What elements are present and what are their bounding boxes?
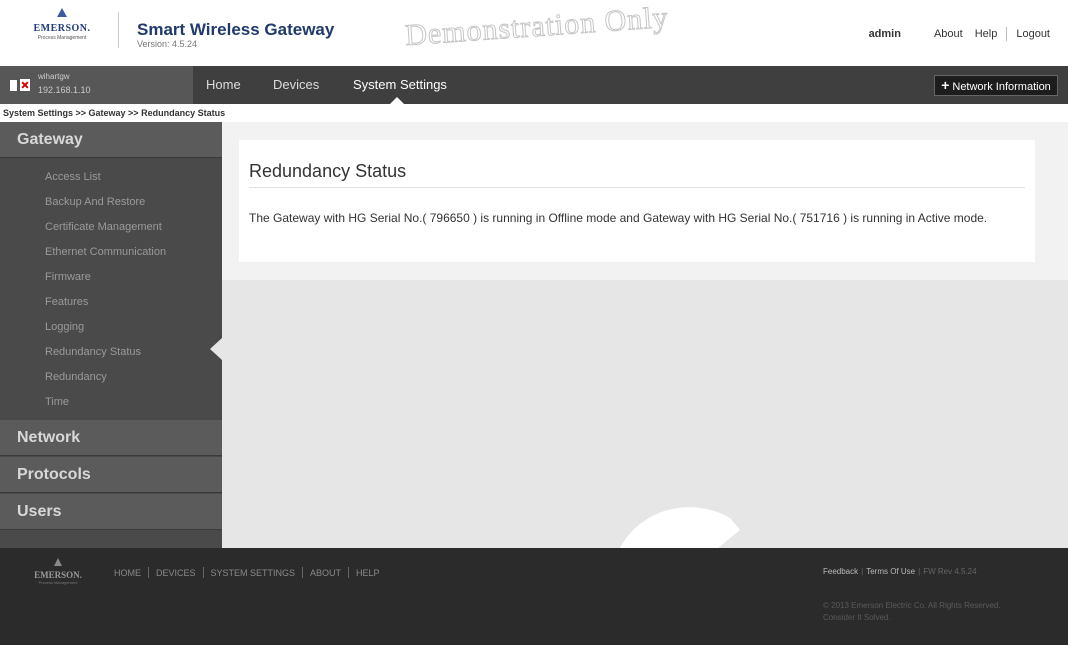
app-version: Version: 4.5.24 — [137, 39, 198, 49]
logout-link[interactable]: Logout — [1016, 28, 1050, 40]
selected-item-caret — [210, 338, 222, 360]
tagline-text: Consider It Solved. — [823, 613, 891, 622]
sidebar-item-time[interactable]: Time — [45, 396, 69, 408]
sidebar-section-gateway[interactable]: Gateway — [0, 122, 222, 158]
help-link[interactable]: Help — [975, 28, 998, 40]
sidebar-item-redundancy-status[interactable]: Redundancy Status — [45, 346, 141, 358]
logo-divider — [118, 12, 119, 48]
footer-meta-sep: | — [861, 567, 864, 576]
footer-logo: EMERSON. Process Management — [28, 558, 88, 585]
gateway-name: wihartgw — [38, 72, 70, 81]
footer-links: HOME DEVICES SYSTEM SETTINGS ABOUT HELP — [114, 567, 380, 578]
logo-brand: EMERSON. — [33, 23, 91, 34]
footer-copyright: © 2013 Emerson Electric Co. All Rights R… — [823, 600, 1001, 624]
nav-home[interactable]: Home — [206, 66, 241, 104]
fw-revision: FW Rev 4.5.24 — [923, 567, 977, 576]
footer-meta: Feedback | Terms Of Use | FW Rev 4.5.24 — [823, 567, 977, 576]
header-divider — [1006, 27, 1008, 41]
about-link[interactable]: About — [934, 28, 963, 40]
gateway-device-icon — [10, 80, 17, 91]
app-title: Smart Wireless Gateway — [137, 20, 335, 39]
emerson-logo: EMERSON. Process Management — [22, 8, 102, 48]
sidebar-section-users[interactable]: Users — [0, 494, 222, 530]
watermark-stroke — [620, 507, 740, 548]
sidebar-section-protocols[interactable]: Protocols — [0, 457, 222, 493]
footer-brand-sub: Process Management — [38, 580, 78, 585]
footer: EMERSON. Process Management HOME DEVICES… — [0, 548, 1068, 645]
current-user: admin — [868, 28, 901, 40]
footer-link-home[interactable]: HOME — [114, 568, 141, 578]
active-nav-caret — [390, 97, 404, 104]
footer-link-system-settings[interactable]: SYSTEM SETTINGS — [211, 568, 296, 578]
footer-sep — [202, 567, 204, 578]
emerson-mark-icon — [57, 8, 67, 17]
breadcrumb: System Settings >> Gateway >> Redundancy… — [0, 104, 1068, 122]
sidebar-section-network[interactable]: Network — [0, 420, 222, 456]
footer-sep — [148, 567, 149, 578]
gateway-status[interactable]: wihartgw 192.168.1.10 — [0, 66, 193, 104]
footer-link-devices[interactable]: DEVICES — [156, 568, 196, 578]
footer-brand: EMERSON. — [34, 570, 82, 580]
footer-sep — [302, 567, 304, 578]
sidebar-item-redundancy[interactable]: Redundancy — [45, 371, 107, 383]
footer-emerson-mark-icon — [54, 558, 62, 566]
footer-link-help[interactable]: HELP — [356, 568, 380, 578]
redundancy-status-panel: Redundancy Status The Gateway with HG Se… — [239, 140, 1035, 262]
header-links: admin About Help Logout — [869, 27, 1050, 41]
footer-sep — [348, 567, 350, 578]
network-information-button[interactable]: + Network Information — [934, 75, 1058, 96]
sidebar-item-access-list[interactable]: Access List — [45, 171, 101, 183]
sidebar-item-ethernet-communication[interactable]: Ethernet Communication — [45, 246, 166, 258]
nav-devices[interactable]: Devices — [273, 66, 319, 104]
footer-meta-sep: | — [918, 567, 921, 576]
sidebar-item-certificate-management[interactable]: Certificate Management — [45, 221, 162, 233]
sidebar: Gateway Access List Backup And Restore C… — [0, 122, 222, 548]
app-header: EMERSON. Process Management Smart Wirele… — [0, 0, 1068, 66]
sidebar-item-features[interactable]: Features — [45, 296, 88, 308]
demo-watermark: Demonstration Only — [404, 0, 670, 53]
title-divider — [249, 187, 1025, 188]
feedback-link[interactable]: Feedback — [823, 567, 858, 576]
sidebar-item-firmware[interactable]: Firmware — [45, 271, 91, 283]
main-navbar: wihartgw 192.168.1.10 Home Devices Syste… — [0, 66, 1068, 104]
sidebar-item-backup-restore[interactable]: Backup And Restore — [45, 196, 145, 208]
gateway-error-icon — [20, 79, 30, 91]
network-information-label: Network Information — [952, 81, 1051, 93]
logo-brand-sub: Process Management — [37, 35, 87, 41]
copyright-text: © 2013 Emerson Electric Co. All Rights R… — [823, 601, 1001, 610]
gateway-ip: 192.168.1.10 — [38, 85, 91, 95]
page-title: Redundancy Status — [249, 161, 407, 181]
terms-of-use-link[interactable]: Terms Of Use — [866, 567, 915, 576]
plus-icon: + — [941, 77, 950, 93]
sidebar-item-logging[interactable]: Logging — [45, 321, 84, 333]
footer-link-about[interactable]: ABOUT — [310, 568, 341, 578]
redundancy-status-message: The Gateway with HG Serial No.( 796650 )… — [249, 211, 988, 225]
